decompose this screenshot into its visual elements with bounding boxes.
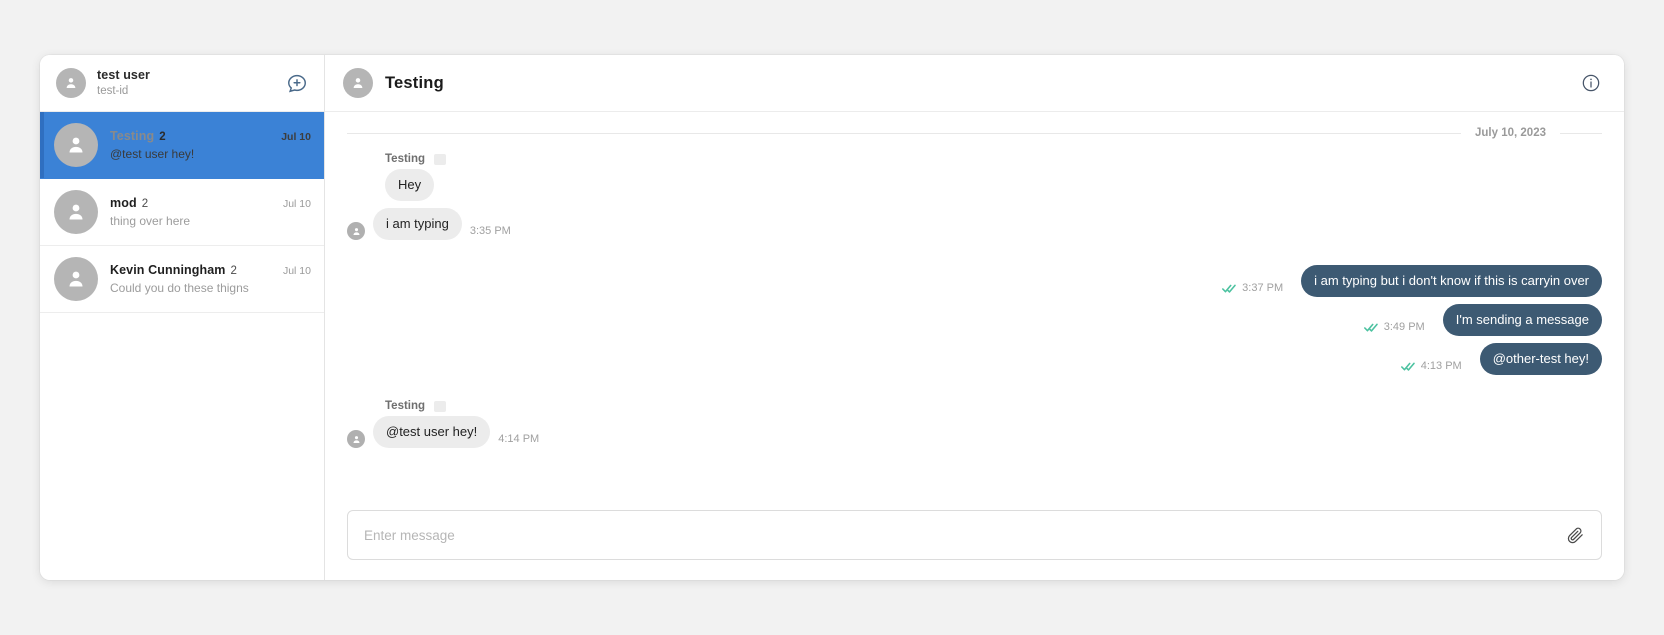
date-divider-label: July 10, 2023 — [1475, 127, 1546, 139]
conversation-name: mod — [110, 196, 137, 210]
message-bubble[interactable]: @test user hey! — [373, 416, 491, 448]
conversation-title-row: mod 2 Jul 10 — [110, 196, 311, 210]
screen-background: test user test-id Testing 2 Jul 10 @test… — [0, 0, 1664, 635]
conversation-date: Jul 10 — [282, 265, 311, 277]
message-timestamp: 3:37 PM — [1242, 282, 1284, 294]
divider-line-right — [1560, 132, 1602, 134]
sender-name: Testing — [385, 400, 426, 412]
sidebar: test user test-id Testing 2 Jul 10 @test… — [40, 55, 325, 580]
composer-area — [325, 500, 1624, 580]
chat-panel: Testing July 10, 2023 Testing Hey i am t… — [325, 55, 1624, 580]
message-row-outgoing: 3:37 PM i am typing but i don't know if … — [347, 265, 1602, 297]
conversation-item-testing[interactable]: Testing 2 Jul 10 @test user hey! — [40, 112, 324, 179]
message-meta: 4:14 PM — [490, 433, 539, 448]
sender-badge-icon — [434, 400, 447, 412]
message-list[interactable]: July 10, 2023 Testing Hey i am typing 3:… — [325, 112, 1624, 500]
message-meta: 3:37 PM — [1222, 282, 1292, 297]
message-timestamp: 4:13 PM — [1420, 360, 1462, 372]
message-timestamp: 3:35 PM — [469, 225, 511, 237]
conversation-name: Testing — [110, 129, 155, 143]
message-row-incoming: Hey — [347, 169, 1602, 201]
read-receipt-double-check-icon — [1400, 361, 1416, 372]
sender-name: Testing — [385, 153, 426, 165]
conversation-list[interactable]: Testing 2 Jul 10 @test user hey! mod 2 J… — [40, 112, 324, 580]
message-row-outgoing: 3:49 PM I'm sending a message — [347, 304, 1602, 336]
conversation-member-count: 2 — [230, 265, 237, 277]
chat-header: Testing — [325, 55, 1624, 112]
conversation-title-row: Kevin Cunningham 2 Jul 10 — [110, 263, 311, 277]
conversation-title-row: Testing 2 Jul 10 — [110, 129, 311, 143]
conversation-name: Kevin Cunningham — [110, 263, 226, 277]
sidebar-header: test user test-id — [40, 55, 324, 112]
conversation-body: Testing 2 Jul 10 @test user hey! — [110, 129, 311, 161]
divider-line-left — [347, 132, 1462, 134]
conversation-avatar — [54, 123, 98, 167]
message-row-incoming: i am typing 3:35 PM — [347, 208, 1602, 240]
conversation-item-kevin-cunningham[interactable]: Kevin Cunningham 2 Jul 10 Could you do t… — [40, 246, 324, 313]
message-meta: 4:13 PM — [1400, 360, 1471, 375]
info-circle-icon[interactable] — [1580, 72, 1602, 94]
sender-badge-icon — [434, 153, 447, 165]
current-user-name: test user — [97, 67, 151, 82]
conversation-member-count: 2 — [141, 198, 149, 210]
message-bubble[interactable]: @other-test hey! — [1479, 343, 1602, 375]
conversation-preview: Could you do these thigns — [110, 281, 249, 295]
message-sender-label: Testing — [385, 400, 1602, 412]
chat-application-window: test user test-id Testing 2 Jul 10 @test… — [40, 55, 1624, 580]
message-sender-label: Testing — [385, 153, 1602, 165]
chat-title: Testing — [385, 73, 444, 92]
message-row-outgoing: 4:13 PM @other-test hey! — [347, 343, 1602, 375]
message-bubble[interactable]: i am typing but i don't know if this is … — [1301, 265, 1602, 297]
date-divider: July 10, 2023 — [347, 127, 1602, 139]
message-avatar — [347, 222, 365, 240]
chat-avatar — [343, 68, 373, 98]
message-meta: 3:49 PM — [1363, 321, 1434, 336]
message-timestamp: 3:49 PM — [1383, 321, 1425, 333]
read-receipt-double-check-icon — [1222, 283, 1237, 294]
message-input[interactable] — [364, 527, 1555, 543]
current-user-avatar — [56, 68, 86, 98]
message-meta: 3:35 PM — [462, 225, 511, 240]
message-bubble[interactable]: i am typing — [373, 208, 462, 240]
conversation-date: Jul 10 — [281, 131, 311, 143]
message-timestamp: 4:14 PM — [498, 433, 540, 445]
group-gap — [347, 382, 1602, 400]
paperclip-icon[interactable] — [1563, 523, 1587, 547]
current-user-info: test user test-id — [97, 68, 284, 99]
conversation-body: Kevin Cunningham 2 Jul 10 Could you do t… — [110, 263, 311, 295]
conversation-body: mod 2 Jul 10 thing over here — [110, 196, 311, 228]
conversation-preview: @test user hey! — [110, 147, 195, 161]
message-avatar — [347, 430, 365, 448]
message-row-incoming: @test user hey! 4:14 PM — [347, 416, 1602, 448]
new-chat-bubble-plus-icon[interactable] — [284, 70, 310, 96]
message-composer[interactable] — [347, 510, 1602, 560]
conversation-avatar — [54, 190, 98, 234]
conversation-preview: thing over here — [110, 214, 191, 228]
conversation-avatar — [54, 257, 98, 301]
conversation-item-mod[interactable]: mod 2 Jul 10 thing over here — [40, 179, 324, 246]
current-user-id: test-id — [97, 84, 129, 97]
conversation-date: Jul 10 — [282, 198, 311, 210]
group-gap — [347, 247, 1602, 265]
message-bubble[interactable]: Hey — [385, 169, 435, 201]
conversation-member-count: 2 — [159, 131, 166, 143]
read-receipt-double-check-icon — [1363, 322, 1379, 333]
message-bubble[interactable]: I'm sending a message — [1442, 304, 1602, 336]
